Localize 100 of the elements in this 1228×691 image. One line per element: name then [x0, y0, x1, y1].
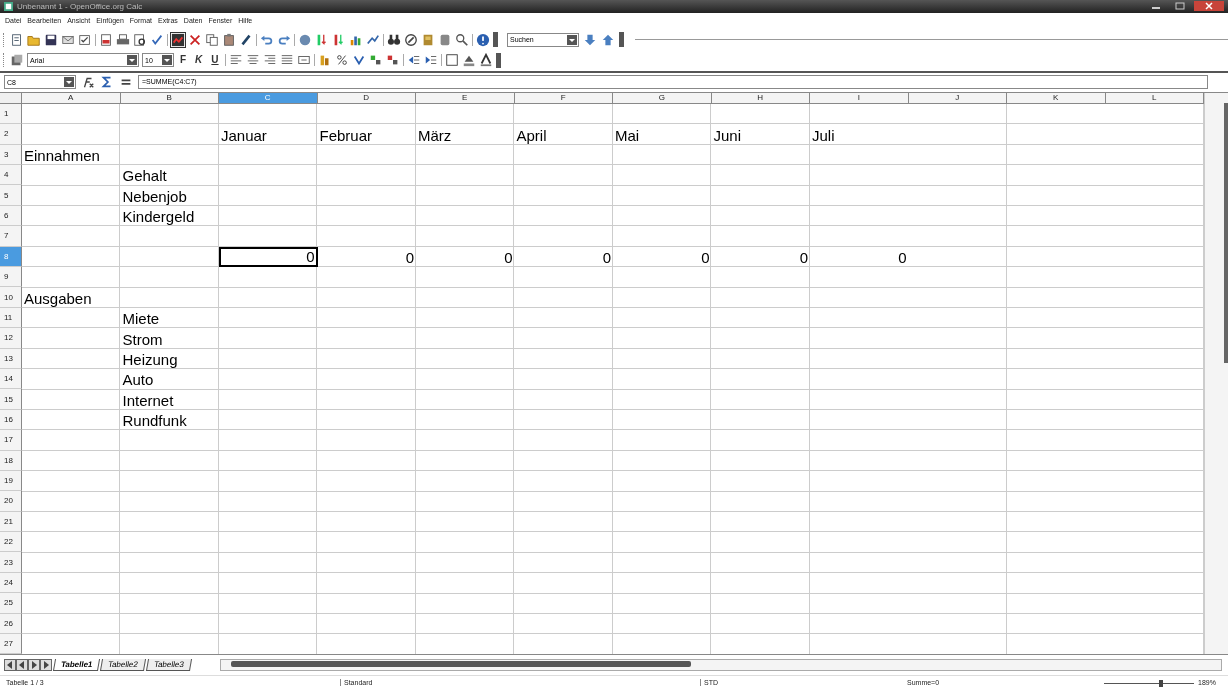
table-cell-text: Ausgaben — [23, 288, 93, 308]
row-header[interactable]: 10 — [0, 287, 22, 308]
row-header[interactable]: 14 — [0, 368, 22, 390]
dropdown-icon[interactable] — [64, 77, 74, 88]
printer-icon[interactable] — [116, 32, 130, 47]
horizontal-scrollbar[interactable] — [220, 659, 1223, 672]
binoculars-icon[interactable] — [387, 32, 401, 47]
column-header[interactable]: H — [711, 92, 810, 104]
pdf-icon[interactable] — [99, 32, 113, 47]
page-preview-icon[interactable] — [133, 32, 147, 47]
row-header[interactable]: 27 — [0, 634, 22, 655]
table-cell-text: Internet — [121, 390, 175, 410]
paste-icon[interactable] — [222, 32, 236, 47]
percent-icon[interactable] — [334, 53, 349, 68]
table-cell-text: Auto — [121, 370, 155, 390]
column-header[interactable]: I — [810, 92, 909, 104]
table-cell-text: Heizung — [121, 349, 179, 369]
row-header[interactable]: 4 — [0, 165, 22, 186]
column-header[interactable]: K — [1007, 92, 1106, 104]
close-icon[interactable] — [1194, 1, 1224, 12]
save-icon[interactable] — [44, 32, 58, 47]
background-color-icon[interactable] — [461, 53, 476, 68]
row-header[interactable]: 17 — [0, 430, 22, 451]
sheet-tab[interactable]: Tabelle3 — [146, 659, 193, 672]
sort-descending-icon[interactable] — [332, 32, 346, 47]
table-cell-text: Rundfunk — [121, 411, 188, 431]
dropdown-icon[interactable] — [127, 55, 137, 66]
tab-navigation-icon[interactable] — [4, 659, 52, 672]
row-header[interactable]: 22 — [0, 532, 22, 553]
row-header[interactable]: 16 — [0, 409, 22, 431]
row-header[interactable]: 23 — [0, 552, 22, 573]
table-cell-text: März — [417, 125, 453, 145]
row-header[interactable]: 25 — [0, 593, 22, 614]
row-header[interactable]: 20 — [0, 491, 22, 512]
zoom-slider[interactable] — [1104, 679, 1194, 689]
row-header[interactable]: 24 — [0, 572, 22, 594]
table-cell-text: Kindergeld — [121, 207, 196, 227]
table-cell-text: 0 — [897, 248, 908, 267]
find-previous-icon[interactable] — [601, 32, 615, 47]
row-header[interactable]: 21 — [0, 511, 22, 533]
table-cell-text: 0 — [404, 248, 415, 267]
copy-icon[interactable] — [205, 32, 219, 47]
row-header[interactable]: 13 — [0, 348, 22, 369]
column-header[interactable]: E — [416, 92, 515, 104]
text-style-button[interactable]: U — [208, 53, 222, 68]
vertical-scrollbar[interactable] — [1204, 92, 1228, 655]
table-cell-text: Einnahmen — [23, 146, 101, 166]
row-header[interactable]: 15 — [0, 389, 22, 410]
text-style-button[interactable]: F — [177, 53, 190, 68]
edit-document-icon[interactable] — [78, 32, 92, 47]
column-header[interactable]: G — [613, 92, 712, 104]
row-header[interactable]: 7 — [0, 226, 22, 247]
row-header[interactable]: 3 — [0, 144, 22, 166]
row-header[interactable]: 2 — [0, 124, 22, 145]
table-cell-text: Strom — [121, 329, 164, 349]
dropdown-icon[interactable] — [567, 34, 577, 45]
row-header[interactable]: 6 — [0, 205, 22, 227]
row-header[interactable]: 19 — [0, 470, 22, 492]
column-header[interactable]: B — [120, 92, 219, 104]
toolbar-handle[interactable] — [619, 32, 624, 47]
sheet-tab[interactable]: Tabelle2 — [100, 659, 147, 672]
table-cell-text: 0 — [798, 248, 809, 267]
spellcheck-icon[interactable] — [150, 32, 164, 47]
slider-thumb[interactable] — [1158, 680, 1163, 688]
column-header[interactable]: F — [514, 92, 613, 104]
new-document-icon[interactable] — [10, 32, 24, 47]
auto-spellcheck-icon[interactable] — [171, 32, 185, 47]
sum-icon[interactable] — [100, 75, 114, 90]
row-header[interactable]: 9 — [0, 267, 22, 288]
column-header[interactable]: D — [317, 92, 416, 104]
toolbar-handle[interactable] — [495, 52, 501, 68]
column-header[interactable]: J — [908, 92, 1007, 104]
sort-ascending-icon[interactable] — [315, 32, 329, 47]
find-next-icon[interactable] — [583, 32, 597, 47]
styles-icon[interactable] — [10, 53, 24, 68]
borders-icon[interactable] — [444, 53, 459, 68]
sheet-tab[interactable]: Tabelle1 — [52, 659, 101, 672]
zoom-icon[interactable] — [455, 32, 469, 47]
app-icon — [4, 1, 13, 11]
row-header[interactable]: 1 — [0, 103, 22, 125]
column-header[interactable]: L — [1105, 92, 1204, 104]
column-header[interactable]: A — [22, 92, 121, 104]
table-cell-text: Miete — [121, 309, 161, 329]
row-header[interactable]: 18 — [0, 450, 22, 471]
table-cell-text: 0 — [700, 248, 711, 267]
window-title: Unbenannt 1 - OpenOffice.org Calc — [17, 1, 143, 11]
row-header[interactable]: 12 — [0, 328, 22, 349]
dropdown-icon[interactable] — [162, 55, 172, 66]
row-header[interactable]: 5 — [0, 185, 22, 206]
table-cell-text: Nebenjob — [121, 186, 188, 206]
table-cell-text: Februar — [318, 125, 374, 145]
row-header[interactable]: 11 — [0, 307, 22, 329]
table-cell-text: Juli — [811, 125, 836, 145]
text-style-button[interactable]: K — [192, 53, 206, 68]
function-wizard-icon[interactable] — [81, 75, 95, 90]
draw-icon[interactable] — [366, 32, 380, 47]
select-all-corner[interactable] — [0, 92, 22, 104]
row-header[interactable]: 26 — [0, 613, 22, 635]
toolbar-handle[interactable] — [493, 32, 498, 47]
font-color-icon[interactable] — [478, 53, 493, 68]
